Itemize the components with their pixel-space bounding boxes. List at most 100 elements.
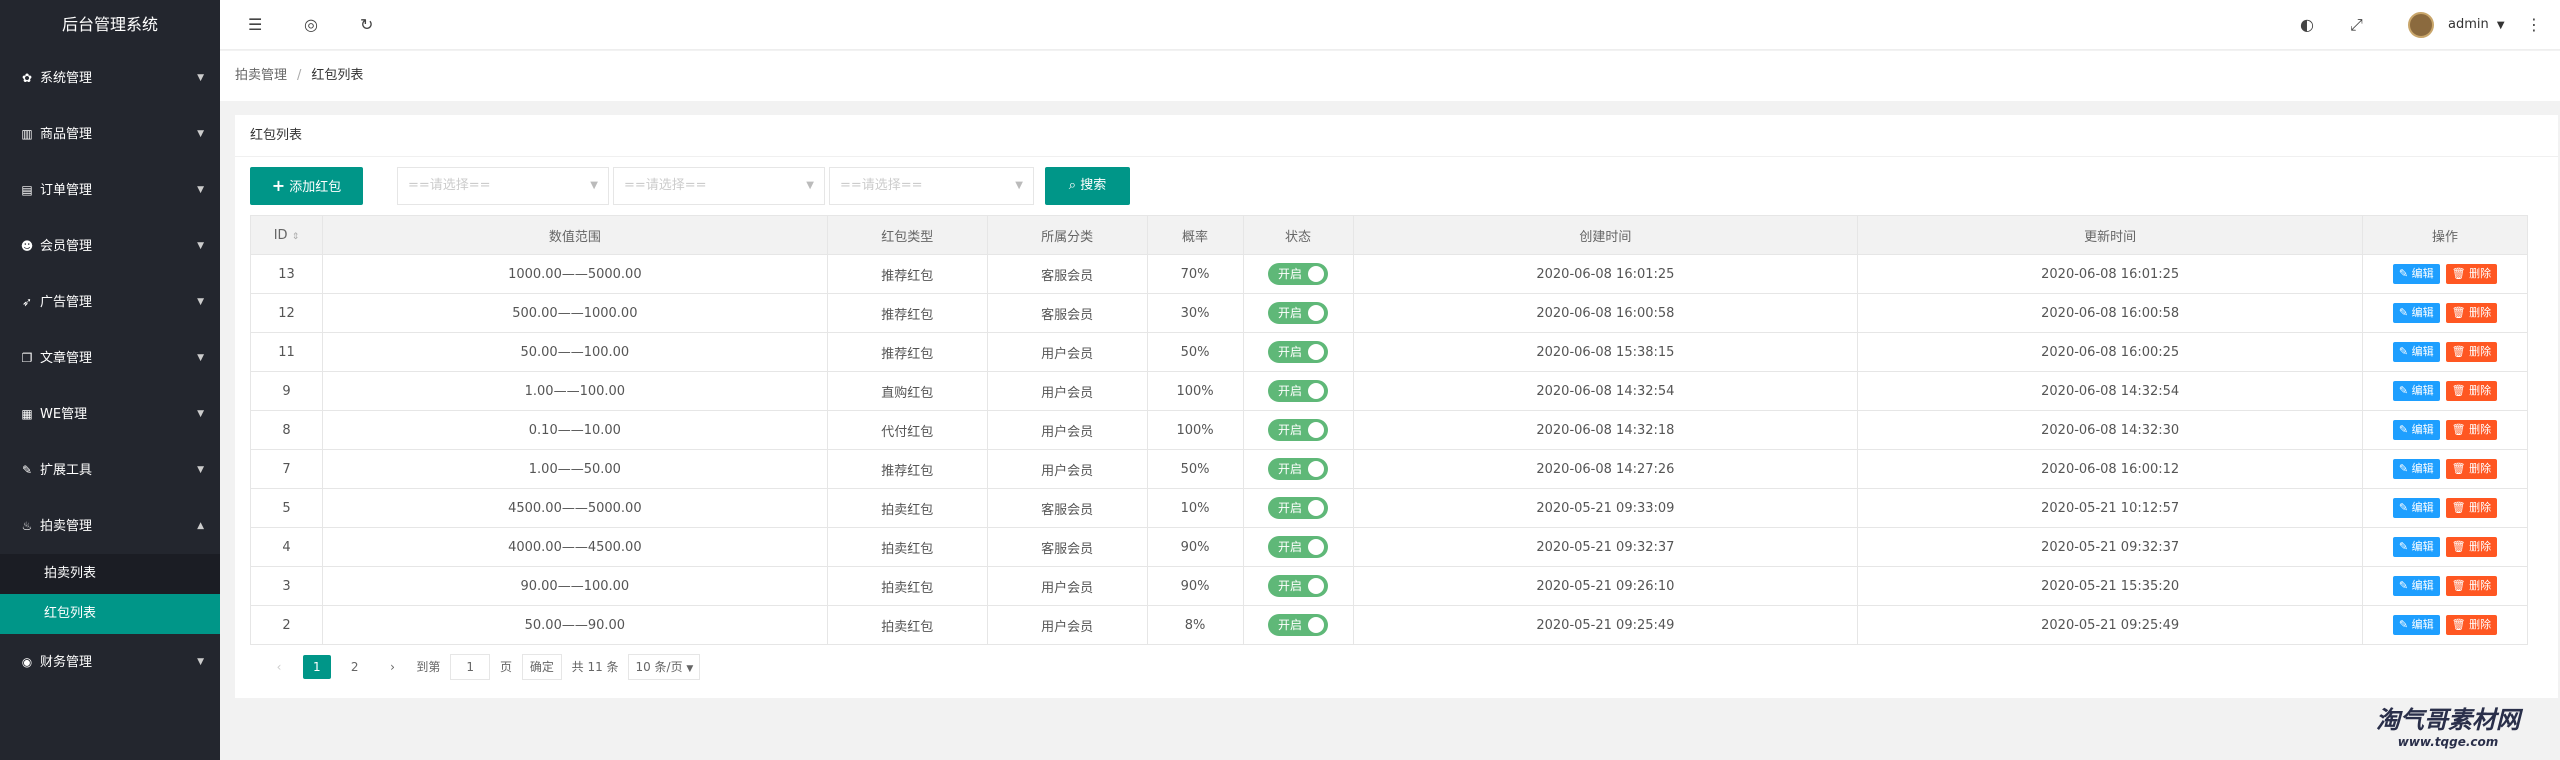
breadcrumb-parent[interactable]: 拍卖管理 xyxy=(235,68,287,83)
cell-category: 用户会员 xyxy=(986,410,1148,450)
search-button[interactable]: ⌕ 搜索 xyxy=(1045,167,1130,205)
cell-status: 开启 xyxy=(1242,527,1354,567)
filter-select-1[interactable]: ==请选择== ▼ xyxy=(397,167,609,205)
next-page-icon[interactable]: › xyxy=(378,655,406,679)
edit-button[interactable]: ✎ 编辑 xyxy=(2392,303,2440,323)
calendar-icon: ▤ xyxy=(21,183,33,197)
sidebar-item-label: 财务管理 xyxy=(40,655,93,670)
user-menu[interactable]: admin ▼ xyxy=(2448,15,2505,36)
edit-button[interactable]: ✎ 编辑 xyxy=(2392,420,2440,440)
pencil-icon: ✎ xyxy=(2398,540,2412,553)
cell-category: 用户会员 xyxy=(986,605,1148,645)
delete-button[interactable]: 🗑 删除 xyxy=(2445,264,2498,284)
delete-label: 删除 xyxy=(2469,345,2492,358)
status-toggle[interactable]: 开启 xyxy=(1268,263,1329,285)
toggle-knob xyxy=(1308,578,1325,594)
edit-button[interactable]: ✎ 编辑 xyxy=(2392,381,2440,401)
status-toggle[interactable]: 开启 xyxy=(1268,380,1329,402)
per-page-select[interactable]: 10 条/页 ▼ xyxy=(628,653,701,680)
edit-button[interactable]: ✎ 编辑 xyxy=(2392,498,2440,518)
status-toggle[interactable]: 开启 xyxy=(1268,458,1329,480)
sidebar-item-0[interactable]: ✿ 系统管理 ▼ xyxy=(0,50,220,106)
sidebar-item-8[interactable]: ♨ 拍卖管理 ▲ xyxy=(0,498,220,554)
cell-prob: 90% xyxy=(1146,566,1244,606)
delete-button[interactable]: 🗑 删除 xyxy=(2445,381,2498,401)
sidebar-item-finance[interactable]: ◉ 财务管理 ▼ xyxy=(0,634,220,690)
cell-category: 客服会员 xyxy=(986,254,1148,294)
filter-select-2[interactable]: ==请选择== ▼ xyxy=(613,167,825,205)
theme-icon[interactable]: ◐ xyxy=(2300,15,2314,35)
pagination: ‹ 1 2 › 到第 1 页 确定 共 11 条 10 条/页 ▼ xyxy=(265,652,706,680)
edit-button[interactable]: ✎ 编辑 xyxy=(2392,537,2440,557)
more-icon[interactable]: ⋮ xyxy=(2526,15,2542,35)
status-toggle[interactable]: 开启 xyxy=(1268,302,1329,324)
status-toggle[interactable]: 开启 xyxy=(1268,497,1329,519)
chevron-down-icon: ▼ xyxy=(1015,180,1023,191)
menu-toggle-icon[interactable]: ☰ xyxy=(248,15,262,35)
globe-icon[interactable]: ◎ xyxy=(304,15,318,35)
sidebar-item-5[interactable]: ❐ 文章管理 ▼ xyxy=(0,330,220,386)
col-id[interactable]: ID ⇕ xyxy=(250,215,323,255)
cell-actions: ✎ 编辑 🗑 删除 xyxy=(2362,332,2528,372)
fire-icon: ♨ xyxy=(21,519,33,533)
cell-type: 拍卖红包 xyxy=(826,488,988,528)
delete-button[interactable]: 🗑 删除 xyxy=(2445,615,2498,635)
sidebar-item-7[interactable]: ✎ 扩展工具 ▼ xyxy=(0,442,220,498)
add-redpacket-button[interactable]: + 添加红包 xyxy=(250,167,363,205)
page-1[interactable]: 1 xyxy=(302,654,331,679)
prev-page-icon[interactable]: ‹ xyxy=(265,655,293,679)
trash-icon: 🗑 xyxy=(2451,501,2470,514)
sidebar-subitem-1[interactable]: 红包列表 xyxy=(0,594,220,634)
edit-label: 编辑 xyxy=(2411,306,2434,319)
cell-prob: 70% xyxy=(1146,254,1244,294)
redpacket-table: ID ⇕ 数值范围 红包类型 所属分类 概率 状态 创建时间 更新时间 操作 1… xyxy=(250,215,2528,645)
cell-id: 5 xyxy=(250,488,323,528)
chevron-down-icon: ▼ xyxy=(197,353,204,363)
filter-select-2-value: ==请选择== xyxy=(624,178,707,193)
goto-confirm-button[interactable]: 确定 xyxy=(521,653,562,680)
watermark-text: 淘气哥素材网 xyxy=(2376,706,2520,734)
filter-select-3[interactable]: ==请选择== ▼ xyxy=(829,167,1034,205)
sidebar-item-2[interactable]: ▤ 订单管理 ▼ xyxy=(0,162,220,218)
delete-button[interactable]: 🗑 删除 xyxy=(2445,342,2498,362)
cell-category: 客服会员 xyxy=(986,488,1148,528)
sidebar-item-3[interactable]: ☻ 会员管理 ▼ xyxy=(0,218,220,274)
status-toggle[interactable]: 开启 xyxy=(1268,614,1329,636)
table-row: 4 4000.00——4500.00 拍卖红包 客服会员 90% 开启 2020-05-21… xyxy=(250,527,2528,567)
page-2[interactable]: 2 xyxy=(341,655,369,679)
goto-page-input[interactable]: 1 xyxy=(450,653,491,680)
watermark-url: www.tqge.com xyxy=(2397,735,2499,749)
status-toggle[interactable]: 开启 xyxy=(1268,536,1329,558)
sidebar-item-1[interactable]: ▥ 商品管理 ▼ xyxy=(0,106,220,162)
edit-button[interactable]: ✎ 编辑 xyxy=(2392,576,2440,596)
chevron-down-icon: ▼ xyxy=(197,129,204,139)
cell-actions: ✎ 编辑 🗑 删除 xyxy=(2362,371,2528,411)
trash-icon: 🗑 xyxy=(2451,384,2470,397)
status-toggle-label: 开启 xyxy=(1278,579,1303,593)
status-toggle[interactable]: 开启 xyxy=(1268,341,1329,363)
sidebar-item-6[interactable]: ▦ WE管理 ▼ xyxy=(0,386,220,442)
sidebar-subitem-0[interactable]: 拍卖列表 xyxy=(0,554,220,594)
avatar[interactable] xyxy=(2408,12,2434,38)
cell-range: 4000.00——4500.00 xyxy=(321,527,828,567)
status-toggle[interactable]: 开启 xyxy=(1268,575,1329,597)
sidebar-item-4[interactable]: ➶ 广告管理 ▼ xyxy=(0,274,220,330)
edit-button[interactable]: ✎ 编辑 xyxy=(2392,264,2440,284)
status-toggle-label: 开启 xyxy=(1278,306,1303,320)
delete-button[interactable]: 🗑 删除 xyxy=(2445,576,2498,596)
wrench-icon: ✎ xyxy=(21,463,33,477)
status-toggle[interactable]: 开启 xyxy=(1268,419,1329,441)
edit-button[interactable]: ✎ 编辑 xyxy=(2392,615,2440,635)
col-prob: 概率 xyxy=(1146,215,1244,255)
cell-status: 开启 xyxy=(1242,488,1354,528)
cell-created: 2020-05-21 09:26:10 xyxy=(1352,566,1859,606)
delete-button[interactable]: 🗑 删除 xyxy=(2445,420,2498,440)
delete-button[interactable]: 🗑 删除 xyxy=(2445,498,2498,518)
delete-button[interactable]: 🗑 删除 xyxy=(2445,303,2498,323)
delete-button[interactable]: 🗑 删除 xyxy=(2445,537,2498,557)
edit-button[interactable]: ✎ 编辑 xyxy=(2392,459,2440,479)
edit-button[interactable]: ✎ 编辑 xyxy=(2392,342,2440,362)
delete-button[interactable]: 🗑 删除 xyxy=(2445,459,2498,479)
refresh-icon[interactable]: ↻ xyxy=(360,15,373,35)
fullscreen-icon[interactable]: ⤢ xyxy=(2350,15,2363,35)
